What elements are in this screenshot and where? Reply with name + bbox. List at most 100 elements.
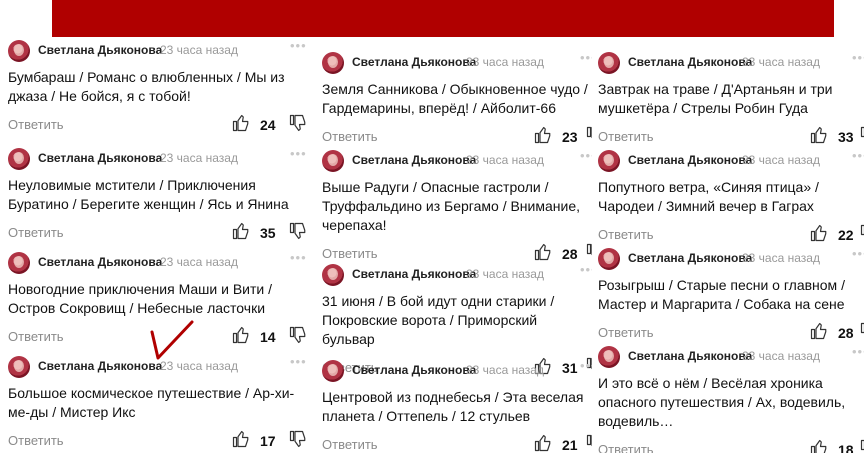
- author-name[interactable]: Светлана Дьяконова: [628, 251, 752, 265]
- comment-text: И это всё о нём / Весёлая хроника опасно…: [598, 375, 846, 429]
- more-icon[interactable]: •••: [852, 246, 864, 261]
- timestamp: 23 часа назад: [466, 153, 544, 167]
- more-icon[interactable]: •••: [852, 50, 864, 65]
- reply-button[interactable]: Ответить: [598, 442, 654, 453]
- avatar[interactable]: [8, 356, 30, 378]
- avatar[interactable]: [322, 150, 344, 172]
- author-name[interactable]: Светлана Дьяконова: [352, 363, 476, 377]
- author-name[interactable]: Светлана Дьяконова: [628, 153, 752, 167]
- comment-text: Выше Радуги / Опасные гастроли / Труффал…: [322, 179, 581, 233]
- more-icon[interactable]: •••: [580, 50, 592, 65]
- avatar[interactable]: [8, 252, 30, 274]
- comment-text: Попутного ветра, «Синяя птица» / Чародеи…: [598, 179, 819, 214]
- comment-item: Светлана Дьяконова 23 часа назад ••• Цен…: [322, 358, 592, 453]
- avatar[interactable]: [322, 264, 344, 286]
- like-count: 14: [260, 329, 276, 345]
- like-count: 24: [260, 117, 276, 133]
- comment-item: Светлана Дьяконова 23 часа назад ••• Зав…: [598, 50, 864, 148]
- dislike-icon[interactable]: [860, 224, 864, 242]
- comment-text: 31 июня / В бой идут одни старики / Покр…: [322, 293, 555, 347]
- like-icon[interactable]: [232, 114, 250, 132]
- author-name[interactable]: Светлана Дьяконова: [352, 267, 476, 281]
- like-icon[interactable]: [810, 322, 828, 340]
- like-icon[interactable]: [534, 126, 552, 144]
- reply-button[interactable]: Ответить: [8, 225, 64, 240]
- avatar[interactable]: [598, 248, 620, 270]
- like-count: 17: [260, 433, 276, 449]
- author-name[interactable]: Светлана Дьяконова: [628, 349, 752, 363]
- more-icon[interactable]: •••: [290, 250, 307, 265]
- comment-column-3: Светлана Дьяконова 23 часа назад ••• Зав…: [592, 0, 864, 453]
- timestamp: 23 часа назад: [160, 359, 238, 373]
- more-icon[interactable]: •••: [852, 344, 864, 359]
- author-name[interactable]: Светлана Дьяконова: [38, 43, 162, 57]
- like-icon[interactable]: [232, 326, 250, 344]
- dislike-icon[interactable]: [289, 114, 307, 132]
- dislike-icon[interactable]: [860, 126, 864, 144]
- avatar[interactable]: [8, 40, 30, 62]
- like-icon[interactable]: [810, 126, 828, 144]
- timestamp: 23 часа назад: [466, 363, 544, 377]
- more-icon[interactable]: •••: [290, 38, 307, 53]
- timestamp: 23 часа назад: [742, 251, 820, 265]
- like-icon[interactable]: [534, 434, 552, 452]
- like-count: 21: [562, 437, 578, 453]
- dislike-icon[interactable]: [289, 222, 307, 240]
- more-icon[interactable]: •••: [290, 354, 307, 369]
- author-name[interactable]: Светлана Дьяконова: [38, 359, 162, 373]
- like-icon[interactable]: [810, 439, 828, 453]
- comment-item: Светлана Дьяконова 23 часа назад ••• Роз…: [598, 246, 864, 344]
- more-icon[interactable]: •••: [580, 148, 592, 163]
- reply-button[interactable]: Ответить: [8, 329, 64, 344]
- reply-button[interactable]: Ответить: [8, 433, 64, 448]
- more-icon[interactable]: •••: [852, 148, 864, 163]
- more-icon[interactable]: •••: [290, 146, 307, 161]
- like-icon[interactable]: [232, 222, 250, 240]
- comment-text: Завтрак на траве / Д'Артаньян и три мушк…: [598, 81, 833, 116]
- reply-button[interactable]: Ответить: [322, 246, 378, 261]
- like-count: 22: [838, 227, 854, 243]
- comment-text: Большое космическое путешествие / Ар-хи-…: [8, 385, 295, 420]
- like-count: 18: [838, 442, 854, 453]
- like-icon[interactable]: [232, 430, 250, 448]
- comment-column-1: Светлана Дьяконова 23 часа назад ••• Бум…: [0, 0, 316, 453]
- comment-item: Светлана Дьяконова 23 часа назад ••• Выш…: [322, 148, 592, 265]
- like-count: 28: [562, 246, 578, 262]
- dislike-icon[interactable]: [289, 326, 307, 344]
- dislike-icon[interactable]: [289, 430, 307, 448]
- comment-item: Светлана Дьяконова 23 часа назад ••• Бум…: [8, 38, 316, 136]
- more-icon[interactable]: •••: [580, 358, 592, 373]
- author-name[interactable]: Светлана Дьяконова: [38, 255, 162, 269]
- reply-button[interactable]: Ответить: [598, 227, 654, 242]
- dislike-icon[interactable]: [860, 322, 864, 340]
- avatar[interactable]: [322, 52, 344, 74]
- like-count: 28: [838, 325, 854, 341]
- like-icon[interactable]: [534, 243, 552, 261]
- dislike-icon[interactable]: [860, 439, 864, 453]
- author-name[interactable]: Светлана Дьяконова: [38, 151, 162, 165]
- timestamp: 23 часа назад: [160, 43, 238, 57]
- reply-button[interactable]: Ответить: [598, 129, 654, 144]
- comment-column-2: Светлана Дьяконова 23 часа назад ••• Зем…: [316, 0, 592, 453]
- comment-text: Розыгрыш / Старые песни о главном / Маст…: [598, 277, 845, 312]
- like-icon[interactable]: [810, 224, 828, 242]
- author-name[interactable]: Светлана Дьяконова: [628, 55, 752, 69]
- author-name[interactable]: Светлана Дьяконова: [352, 55, 476, 69]
- reply-button[interactable]: Ответить: [598, 325, 654, 340]
- more-icon[interactable]: •••: [580, 262, 592, 277]
- avatar[interactable]: [598, 346, 620, 368]
- avatar[interactable]: [598, 52, 620, 74]
- reply-button[interactable]: Ответить: [322, 437, 378, 452]
- like-count: 33: [838, 129, 854, 145]
- checkmark-icon: [150, 320, 194, 360]
- reply-button[interactable]: Ответить: [8, 117, 64, 132]
- avatar[interactable]: [322, 360, 344, 382]
- author-name[interactable]: Светлана Дьяконова: [352, 153, 476, 167]
- like-count: 35: [260, 225, 276, 241]
- timestamp: 23 часа назад: [742, 349, 820, 363]
- comment-text: Неуловимые мстители / Приключения Бурати…: [8, 177, 289, 212]
- reply-button[interactable]: Ответить: [322, 129, 378, 144]
- avatar[interactable]: [598, 150, 620, 172]
- comment-item: Светлана Дьяконова 23 часа назад ••• И э…: [598, 344, 864, 453]
- avatar[interactable]: [8, 148, 30, 170]
